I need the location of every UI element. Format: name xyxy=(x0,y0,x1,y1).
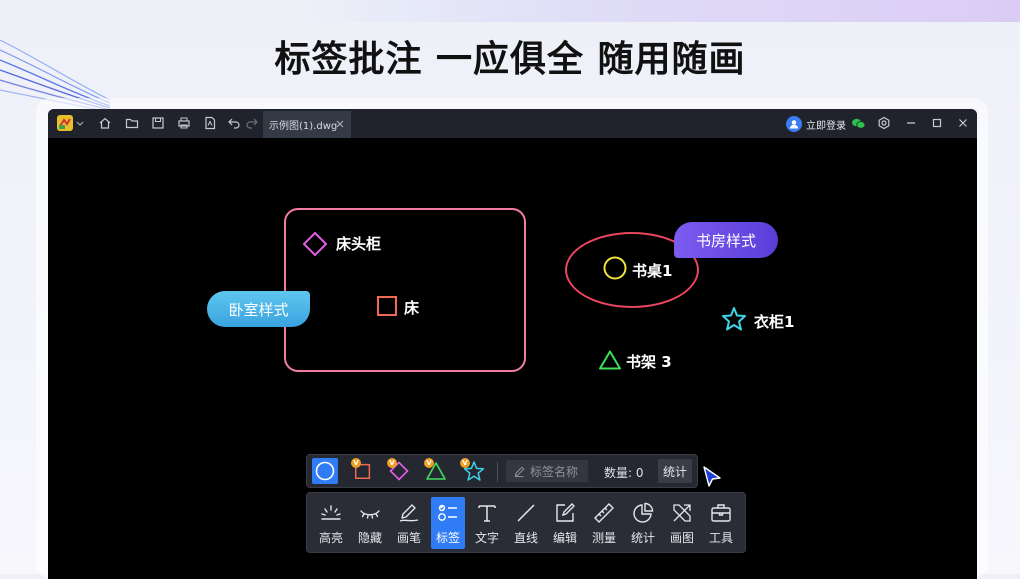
pdf-icon[interactable] xyxy=(202,115,218,131)
shape-star-button[interactable]: V xyxy=(460,458,487,484)
tool-label: 标签 xyxy=(435,531,460,545)
divider xyxy=(497,462,498,482)
tag-label-desk: 书桌1 xyxy=(632,262,673,280)
bottom-toolbar: 高亮 隐藏 画笔 标签 文字 直线 编辑 测量 统计 画图 工具 xyxy=(306,492,746,553)
maximize-icon[interactable] xyxy=(929,115,945,131)
shape-triangle-button[interactable]: V xyxy=(423,458,449,484)
tool-line[interactable]: 直线 xyxy=(509,497,543,549)
vip-badge: V xyxy=(387,458,397,468)
highlight-icon xyxy=(321,505,341,520)
draw-icon xyxy=(673,504,691,522)
tag-label-wardrobe: 衣柜1 xyxy=(754,313,795,331)
app-logo-icon[interactable] xyxy=(56,115,74,131)
tag-shape-bar: V V V V 标签名称 数量: 0 统计 xyxy=(306,454,698,488)
diamond-tag-icon[interactable] xyxy=(302,231,328,257)
tag-name-placeholder: 标签名称 xyxy=(530,464,579,479)
vip-badge: V xyxy=(351,458,361,468)
tab-title: 示例图(1).dwg xyxy=(269,121,338,132)
tool-label: 编辑 xyxy=(552,531,577,545)
shape-diamond-button[interactable]: V xyxy=(386,458,412,484)
tool-pen[interactable]: 画笔 xyxy=(392,497,426,549)
tag-label-bedside: 床头柜 xyxy=(336,235,382,253)
star-tag-icon[interactable] xyxy=(721,306,747,332)
mouse-cursor-icon xyxy=(703,466,721,487)
tool-label: 直线 xyxy=(513,531,538,545)
login-button[interactable]: 立即登录 xyxy=(786,115,846,133)
wechat-icon[interactable] xyxy=(850,115,866,131)
tool-label: 画图 xyxy=(669,531,694,545)
tab-close-icon[interactable] xyxy=(335,119,345,129)
chevron-down-icon[interactable] xyxy=(75,115,85,131)
ruler-icon xyxy=(594,503,614,523)
style-label-study[interactable]: 书房样式 xyxy=(674,222,778,258)
pencil-icon xyxy=(514,466,525,477)
tool-label: 测量 xyxy=(591,531,616,545)
settings-icon[interactable] xyxy=(876,115,892,131)
save-icon[interactable] xyxy=(150,115,166,131)
minimize-icon[interactable] xyxy=(903,115,919,131)
style-label-text: 卧室样式 xyxy=(228,300,289,319)
text-icon xyxy=(478,505,496,522)
tag-label-bookshelf: 书架 3 xyxy=(626,353,672,371)
tag-label-bed: 床 xyxy=(404,299,420,317)
tool-label: 画笔 xyxy=(396,531,421,545)
tool-highlight[interactable]: 高亮 xyxy=(314,497,348,549)
stat-button[interactable]: 统计 xyxy=(658,459,692,483)
style-label-bedroom[interactable]: 卧室样式 xyxy=(207,291,310,327)
shape-circle-button[interactable] xyxy=(312,458,338,484)
circle-icon xyxy=(315,461,335,481)
tool-label: 隐藏 xyxy=(357,531,382,545)
tool-text[interactable]: 文字 xyxy=(470,497,504,549)
shape-square-button[interactable]: V xyxy=(350,458,376,484)
vip-badge: V xyxy=(460,458,470,468)
toolbox-icon xyxy=(711,504,731,522)
tag-count: 数量: 0 xyxy=(604,466,644,480)
style-label-text: 书房样式 xyxy=(695,231,756,250)
pie-chart-icon xyxy=(633,502,654,523)
triangle-tag-icon[interactable] xyxy=(598,349,622,371)
tool-statistics[interactable]: 统计 xyxy=(626,497,660,549)
avatar-icon xyxy=(786,116,802,132)
tool-edit[interactable]: 编辑 xyxy=(548,497,582,549)
vip-badge: V xyxy=(424,458,434,468)
tool-label: 工具 xyxy=(708,531,733,545)
tag-icon xyxy=(438,504,457,521)
login-label: 立即登录 xyxy=(806,120,846,132)
tool-label: 文字 xyxy=(474,531,499,545)
circle-tag-icon[interactable] xyxy=(602,255,628,281)
folder-icon[interactable] xyxy=(124,115,140,131)
headline: 标签批注 一应俱全 随用随画 xyxy=(274,39,746,80)
tool-draw[interactable]: 画图 xyxy=(665,497,699,549)
tool-measure[interactable]: 测量 xyxy=(587,497,621,549)
print-icon[interactable] xyxy=(176,115,192,131)
tag-name-input[interactable]: 标签名称 xyxy=(506,460,588,482)
hide-icon xyxy=(360,510,380,519)
tab-drawing[interactable]: 示例图(1).dwg xyxy=(263,111,351,138)
square-tag-icon[interactable] xyxy=(376,295,398,317)
pen-icon xyxy=(399,504,419,522)
undo-icon[interactable] xyxy=(226,115,242,131)
tool-label: 高亮 xyxy=(318,531,343,545)
close-icon[interactable] xyxy=(955,115,971,131)
tool-tag[interactable]: 标签 xyxy=(431,497,465,549)
home-icon[interactable] xyxy=(97,115,113,131)
redo-icon[interactable] xyxy=(244,115,260,131)
line-icon xyxy=(517,504,535,522)
tool-hide[interactable]: 隐藏 xyxy=(353,497,387,549)
titlebar: 示例图(1).dwg 立即登录 xyxy=(48,109,977,138)
tool-toolbox[interactable]: 工具 xyxy=(704,497,738,549)
edit-icon xyxy=(556,503,575,522)
tool-label: 统计 xyxy=(630,531,655,545)
